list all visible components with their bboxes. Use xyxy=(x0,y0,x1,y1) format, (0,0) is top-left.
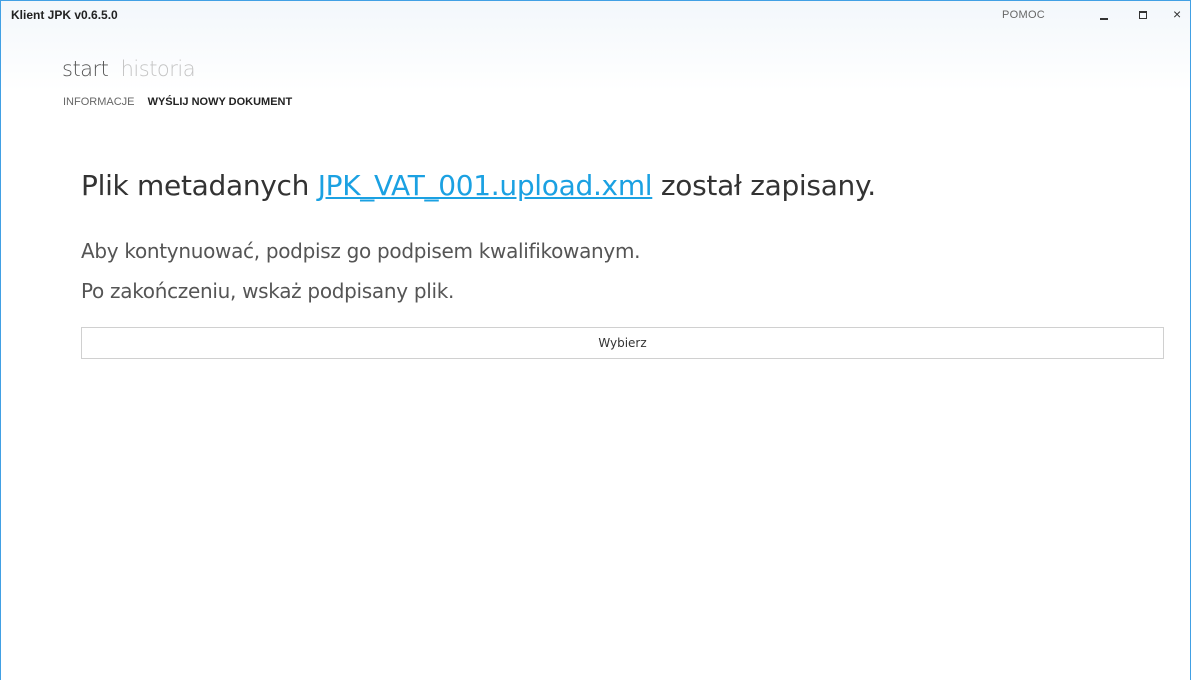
maximize-button[interactable] xyxy=(1133,5,1155,25)
main-nav: start historia xyxy=(62,57,201,81)
help-link[interactable]: POMOC xyxy=(1002,9,1045,21)
title-bar: Klient JPK v0.6.5.0 POMOC × xyxy=(1,1,1190,31)
choose-file-button[interactable]: Wybierz xyxy=(81,327,1164,359)
metadata-file-link[interactable]: JPK_VAT_001.upload.xml xyxy=(318,169,653,202)
headline-suffix: został zapisany. xyxy=(652,169,876,202)
page-headline: Plik metadanych JPK_VAT_001.upload.xml z… xyxy=(81,169,876,202)
instruction-line-1: Aby kontynuować, podpisz go podpisem kwa… xyxy=(81,239,641,263)
minimize-icon xyxy=(1100,18,1108,20)
sub-nav-send-new-document[interactable]: WYŚLIJ NOWY DOKUMENT xyxy=(148,96,293,108)
close-button[interactable]: × xyxy=(1169,5,1191,25)
headline-prefix: Plik metadanych xyxy=(81,169,318,202)
sub-nav-informacje[interactable]: INFORMACJE xyxy=(63,96,135,108)
maximize-icon xyxy=(1139,11,1147,19)
main-nav-historia[interactable]: historia xyxy=(121,57,196,81)
sub-nav: INFORMACJE WYŚLIJ NOWY DOKUMENT xyxy=(63,96,302,108)
app-title: Klient JPK v0.6.5.0 xyxy=(11,8,118,22)
app-window: Klient JPK v0.6.5.0 POMOC × start histor… xyxy=(0,0,1191,680)
minimize-button[interactable] xyxy=(1094,5,1116,25)
main-nav-start[interactable]: start xyxy=(62,57,109,81)
instruction-line-2: Po zakończeniu, wskaż podpisany plik. xyxy=(81,279,455,303)
close-icon: × xyxy=(1173,6,1182,22)
